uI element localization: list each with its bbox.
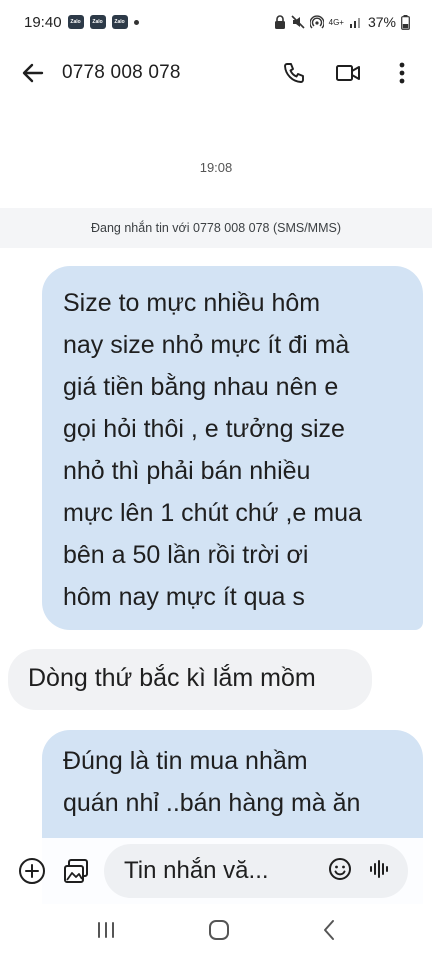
gallery-icon[interactable]: [58, 853, 94, 889]
message-line: nay size nhỏ mực ít đi mà: [63, 331, 350, 359]
emoji-icon[interactable]: [328, 857, 352, 886]
message-input-placeholder: Tin nhắn vă...: [124, 857, 269, 884]
message-line: gọi hỏi thôi , e tưởng size: [63, 415, 345, 443]
sms-info-banner: Đang nhắn tin với 0778 008 078 (SMS/MMS): [0, 208, 432, 248]
time-separator: 19:08: [199, 160, 233, 175]
status-right: 4G+ 37%: [274, 14, 410, 30]
recents-icon[interactable]: [96, 921, 116, 944]
mute-icon: [291, 15, 305, 29]
hotspot-icon: [309, 15, 324, 29]
add-icon[interactable]: [14, 853, 50, 889]
message-line: giá tiền bằng nhau nên e: [63, 373, 339, 401]
phone-icon[interactable]: [278, 57, 310, 89]
battery-icon: [401, 14, 410, 30]
more-vert-icon[interactable]: [386, 57, 418, 89]
signal-icon: [349, 16, 363, 28]
battery-percent: 37%: [367, 14, 396, 30]
zalo-notification-icon: Zalo: [89, 15, 106, 29]
more-notifications-dot: [133, 19, 139, 25]
message-line: mực lên 1 chút chứ ,e mua: [63, 499, 362, 527]
conversation-title: 0778 008 078: [62, 62, 181, 83]
message-line: Dòng thứ bắc kì lắm mồm: [28, 664, 316, 692]
message-line: nhỏ thì phải bán nhiều: [63, 457, 311, 485]
message-input[interactable]: Tin nhắn vă...: [104, 844, 408, 898]
lock-icon: [274, 15, 286, 29]
network-type: 4G+: [328, 17, 344, 27]
message-line: quán nhỉ ..bán hàng mà ăn: [63, 789, 361, 817]
video-call-icon[interactable]: [332, 57, 364, 89]
message-line: hôm nay mực ít qua s: [63, 583, 305, 611]
home-icon[interactable]: [208, 919, 230, 946]
status-time: 19:40: [24, 13, 62, 31]
message-composer: Tin nhắn vă...: [0, 838, 432, 904]
app-bar-actions: [278, 57, 418, 89]
back-icon[interactable]: [322, 919, 336, 946]
voice-icon[interactable]: [368, 858, 390, 885]
zalo-notification-icon: Zalo: [67, 15, 84, 29]
outgoing-message-bubble[interactable]: Size to mực nhiều hôm nay size nhỏ mực í…: [42, 266, 423, 630]
app-bar: 0778 008 078: [0, 44, 432, 102]
message-line: bên a 50 lần rồi trời ơi: [63, 541, 309, 569]
status-bar: 19:40 Zalo Zalo Zalo 4G+ 37%: [0, 0, 432, 44]
status-left: 19:40 Zalo Zalo Zalo: [24, 14, 139, 31]
zalo-notification-icon: Zalo: [111, 15, 128, 29]
back-arrow-icon[interactable]: [16, 56, 50, 90]
message-line: Size to mực nhiều hôm: [63, 289, 321, 317]
incoming-message-bubble[interactable]: Dòng thứ bắc kì lắm mồm: [8, 649, 372, 710]
message-line: Đúng là tin mua nhầm: [63, 747, 308, 775]
system-nav-bar: [0, 904, 432, 960]
